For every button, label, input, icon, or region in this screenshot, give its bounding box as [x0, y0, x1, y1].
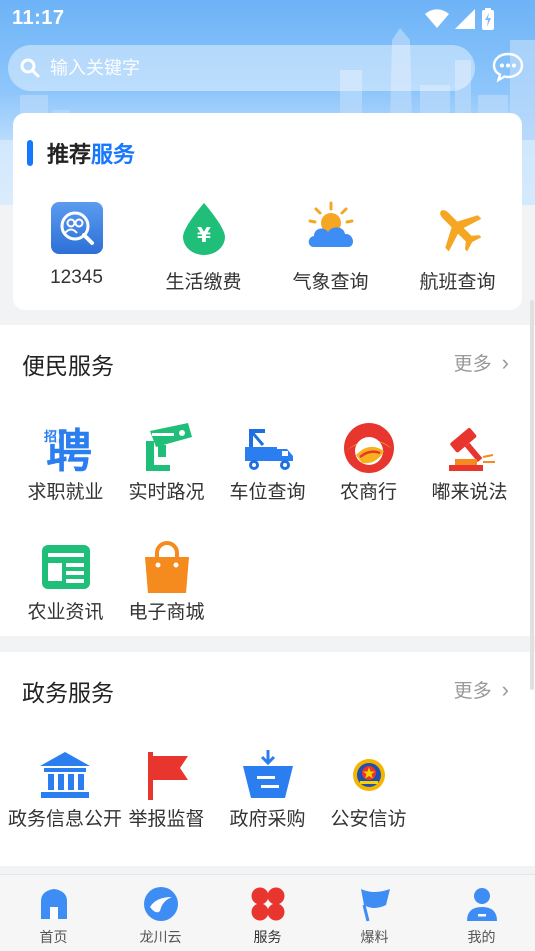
- parking-truck-icon: [244, 429, 293, 470]
- tab-label: 我的: [467, 929, 496, 945]
- service-agri-news[interactable]: 农业资讯: [15, 541, 116, 624]
- service-label: 农业资讯: [27, 602, 104, 623]
- service-label: 农商行: [339, 482, 397, 503]
- recruit-icon: 聘 招: [41, 424, 92, 475]
- cloud-logo-icon: [143, 887, 178, 921]
- service-utility-payment[interactable]: ¥ 生活缴费: [140, 201, 267, 294]
- search-icon: [20, 58, 40, 78]
- scrollbar[interactable]: [530, 300, 534, 690]
- tab-profile[interactable]: 我的: [428, 875, 535, 951]
- profile-icon: [466, 888, 497, 921]
- tab-label: 服务: [253, 929, 282, 945]
- police-emblem-icon: [352, 759, 385, 791]
- service-rural-bank[interactable]: 农商行: [318, 421, 419, 504]
- more-link[interactable]: 更多 ›: [454, 676, 509, 703]
- title-accent-bar: [27, 140, 33, 166]
- traffic-camera-icon: [145, 423, 192, 471]
- government-services-section: 政务服务 更多 › 政务信息公开 举报监督 政府采购 公安信访: [0, 652, 535, 866]
- service-gov-info[interactable]: 政务信息公开: [8, 748, 122, 831]
- recommended-title-accent: 服务: [91, 142, 136, 167]
- service-label: 政务信息公开: [8, 809, 123, 830]
- services-clover-icon: [251, 887, 284, 921]
- shopping-bag-icon: [144, 541, 189, 593]
- service-label: 12345: [50, 267, 103, 288]
- recommended-title-prefix: 推荐: [47, 142, 92, 167]
- service-weather[interactable]: 气象查询: [267, 201, 394, 294]
- service-flight[interactable]: 航班查询: [394, 201, 521, 294]
- tab-home[interactable]: 首页: [0, 875, 107, 951]
- section-title: 便民服务: [22, 353, 114, 379]
- search-bar[interactable]: [8, 45, 475, 91]
- red-flag-icon: [147, 752, 188, 800]
- message-icon[interactable]: [492, 51, 524, 83]
- service-police-petition[interactable]: 公安信访: [318, 748, 419, 831]
- recommended-title: 推荐 服务: [27, 137, 135, 169]
- home-icon: [40, 889, 67, 919]
- more-link[interactable]: 更多 ›: [454, 349, 509, 376]
- service-legal[interactable]: 嘟来说法: [419, 421, 520, 504]
- convenience-services-section: 便民服务 更多 › 聘 招 求职就业 实时路况 车位查询 农商行 嘟来说法 农业…: [0, 325, 535, 636]
- service-label: 实时路况: [128, 482, 205, 503]
- gavel-icon: [448, 428, 495, 471]
- svg-text:¥: ¥: [197, 223, 211, 247]
- hotline-icon: [50, 202, 103, 254]
- tab-longchuan-cloud[interactable]: 龙川云: [107, 875, 214, 951]
- recommended-services-card: 推荐 服务 12345 ¥ 生活缴费 气象查询 航班查询: [13, 113, 522, 310]
- bottom-tab-bar: 首页 龙川云 服务 爆料 我的: [0, 874, 535, 951]
- tab-services[interactable]: 服务: [214, 875, 321, 951]
- service-jobs[interactable]: 聘 招 求职就业: [15, 421, 116, 504]
- signal-icon: [455, 9, 475, 29]
- service-label: 政府采购: [229, 809, 306, 830]
- bank-logo-icon: [343, 423, 394, 473]
- chevron-right-icon: ›: [501, 676, 509, 702]
- service-parking[interactable]: 车位查询: [217, 421, 318, 504]
- status-time: 11:17: [12, 7, 65, 29]
- news-icon: [41, 545, 90, 589]
- tab-label: 龙川云: [139, 929, 182, 945]
- service-e-mall[interactable]: 电子商城: [116, 541, 217, 624]
- service-report[interactable]: 举报监督: [116, 748, 217, 831]
- service-12345[interactable]: 12345: [13, 201, 140, 294]
- purchase-basket-icon: [242, 750, 293, 798]
- svg-text:招: 招: [43, 429, 56, 445]
- service-label: 公安信访: [330, 809, 407, 830]
- service-label: 航班查询: [419, 272, 496, 293]
- service-label: 气象查询: [292, 272, 369, 293]
- service-label: 求职就业: [27, 482, 104, 503]
- section-title: 政务服务: [22, 680, 114, 706]
- chevron-right-icon: ›: [501, 349, 509, 375]
- battery-icon: [482, 8, 494, 30]
- government-building-icon: [40, 752, 90, 798]
- tab-label: 爆料: [360, 929, 389, 945]
- weather-icon: [308, 201, 353, 247]
- payment-drop-icon: ¥: [182, 203, 225, 255]
- status-bar: 11:17: [0, 0, 535, 36]
- service-label: 电子商城: [128, 602, 205, 623]
- service-label: 车位查询: [229, 482, 306, 503]
- airplane-icon: [439, 210, 481, 252]
- more-label: 更多: [453, 354, 492, 375]
- more-label: 更多: [453, 681, 492, 702]
- service-label: 举报监督: [128, 809, 205, 830]
- wifi-icon: [425, 9, 449, 28]
- service-label: 生活缴费: [165, 272, 242, 293]
- service-procurement[interactable]: 政府采购: [217, 748, 318, 831]
- search-input[interactable]: [50, 57, 450, 79]
- tab-tip-off[interactable]: 爆料: [321, 875, 428, 951]
- flag-icon: [360, 889, 390, 922]
- service-label: 嘟来说法: [431, 482, 508, 503]
- tab-label: 首页: [39, 929, 68, 945]
- service-traffic[interactable]: 实时路况: [116, 421, 217, 504]
